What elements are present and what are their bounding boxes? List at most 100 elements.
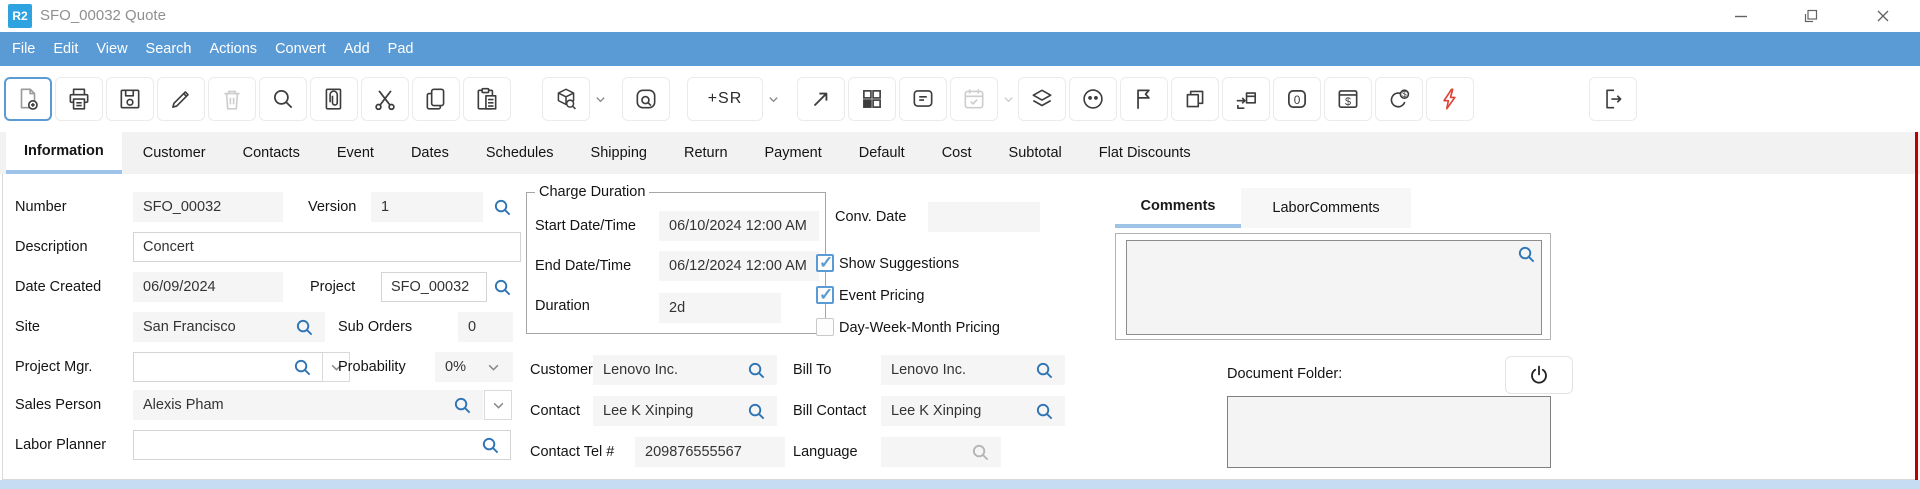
grid-icon [859,86,885,112]
tab-return[interactable]: Return [668,132,744,174]
tab-comments[interactable]: Comments [1115,188,1241,228]
rooms-button[interactable] [1171,77,1219,121]
tab-payment[interactable]: Payment [749,132,838,174]
tab-schedules[interactable]: Schedules [470,132,570,174]
expand-button[interactable] [797,77,845,121]
menu-edit[interactable]: Edit [44,32,87,66]
labor-planner-label: Labor Planner [15,437,106,453]
site-lookup-icon[interactable] [295,317,315,337]
comments-lookup-icon[interactable] [1517,244,1537,264]
toolbar: +SR [0,66,1920,132]
project-lookup-icon[interactable] [493,277,513,297]
charge-duration-legend: Charge Duration [535,184,649,200]
tab-shipping[interactable]: Shipping [575,132,663,174]
tab-information[interactable]: Information [6,132,122,174]
tab-customer[interactable]: Customer [127,132,222,174]
start-datetime-label: Start Date/Time [535,218,636,234]
exit-button[interactable] [1589,77,1637,121]
description-field[interactable]: Concert [133,232,521,262]
sales-person-lookup-icon[interactable] [453,395,473,415]
delete-button [208,77,256,121]
contact-face-button[interactable] [1069,77,1117,121]
tab-contacts[interactable]: Contacts [227,132,316,174]
print-button[interactable] [55,77,103,121]
add-sr-button[interactable]: +SR [687,77,763,121]
probability-dropdown[interactable]: 0% [435,352,513,382]
new-button[interactable] [4,77,52,121]
chevron-down-icon [487,361,500,374]
close-button[interactable] [1866,4,1900,28]
day-week-month-pricing-checkbox[interactable] [816,318,834,336]
start-datetime-field: 06/10/2024 12:00 AM [659,211,819,241]
chevron-down-icon [1003,94,1014,105]
menu-search[interactable]: Search [137,32,201,66]
minimize-button[interactable] [1724,4,1758,28]
contact-lookup-icon[interactable] [747,401,767,421]
customer-lookup-icon[interactable] [747,360,767,380]
restore-button[interactable] [1794,4,1828,28]
tab-default[interactable]: Default [843,132,921,174]
show-suggestions-checkbox[interactable] [816,254,834,272]
paste-button[interactable] [463,77,511,121]
status-bar [0,480,1920,489]
labor-planner-field[interactable] [133,430,511,460]
version-lookup-icon[interactable] [493,197,513,217]
billing-cycle-button[interactable]: $ [1375,77,1423,121]
menu-add[interactable]: Add [335,32,379,66]
invoice-button[interactable]: $ [1324,77,1372,121]
flag-button[interactable] [1120,77,1168,121]
project-mgr-field[interactable] [133,352,323,382]
item-search-button[interactable] [542,77,590,121]
cut-button[interactable] [361,77,409,121]
add-sr-label: +SR [708,90,743,108]
add-sr-dropdown[interactable] [766,77,780,121]
document-folder-power-button[interactable] [1505,356,1573,394]
copy-button[interactable] [412,77,460,121]
bill-contact-label: Bill Contact [793,403,866,419]
notes-button[interactable] [899,77,947,121]
end-datetime-label: End Date/Time [535,258,631,274]
menu-actions[interactable]: Actions [201,32,267,66]
tab-event[interactable]: Event [321,132,390,174]
save-button[interactable] [106,77,154,121]
bill-to-lookup-icon[interactable] [1035,360,1055,380]
app-window: R2 SFO_00032 Quote File Edit View Search… [0,0,1920,489]
schedule-button [950,77,998,121]
edit-button[interactable] [157,77,205,121]
menu-pad[interactable]: Pad [379,32,423,66]
comments-textarea[interactable] [1126,240,1542,335]
labor-planner-lookup-icon[interactable] [481,435,501,455]
project-field[interactable]: SFO_00032 [381,272,487,302]
title-bar: R2 SFO_00032 Quote [0,0,1920,32]
menu-view[interactable]: View [87,32,136,66]
conv-date-label: Conv. Date [835,209,906,225]
logout-icon [1600,86,1626,112]
project-label: Project [310,279,355,295]
tab-cost[interactable]: Cost [926,132,988,174]
search-button[interactable] [259,77,307,121]
rush-button[interactable] [1426,77,1474,121]
attach-copy-button[interactable] [310,77,358,121]
bill-contact-lookup-icon[interactable] [1035,401,1055,421]
tab-dates[interactable]: Dates [395,132,465,174]
zero-count-button[interactable]: 0 [1273,77,1321,121]
version-field: 1 [371,192,483,222]
document-paperclip-icon [321,86,347,112]
tab-labor-comments[interactable]: LaborComments [1241,188,1411,228]
ship-button[interactable] [1222,77,1270,121]
project-mgr-lookup-icon[interactable] [293,357,313,377]
item-search-dropdown[interactable] [593,77,607,121]
tab-subtotal[interactable]: Subtotal [993,132,1078,174]
menu-file[interactable]: File [3,32,44,66]
layers-button[interactable] [1018,77,1066,121]
tab-flat-discounts[interactable]: Flat Discounts [1083,132,1207,174]
layers-icon [1029,86,1055,112]
customer-field: Lenovo Inc. [593,355,777,385]
event-pricing-checkbox[interactable] [816,286,834,304]
edit-pencil-icon [168,86,194,112]
search-view-button[interactable] [622,77,670,121]
layout-grid-button[interactable] [848,77,896,121]
sales-person-dropdown[interactable] [484,390,512,420]
menu-convert[interactable]: Convert [266,32,335,66]
save-icon [117,86,143,112]
